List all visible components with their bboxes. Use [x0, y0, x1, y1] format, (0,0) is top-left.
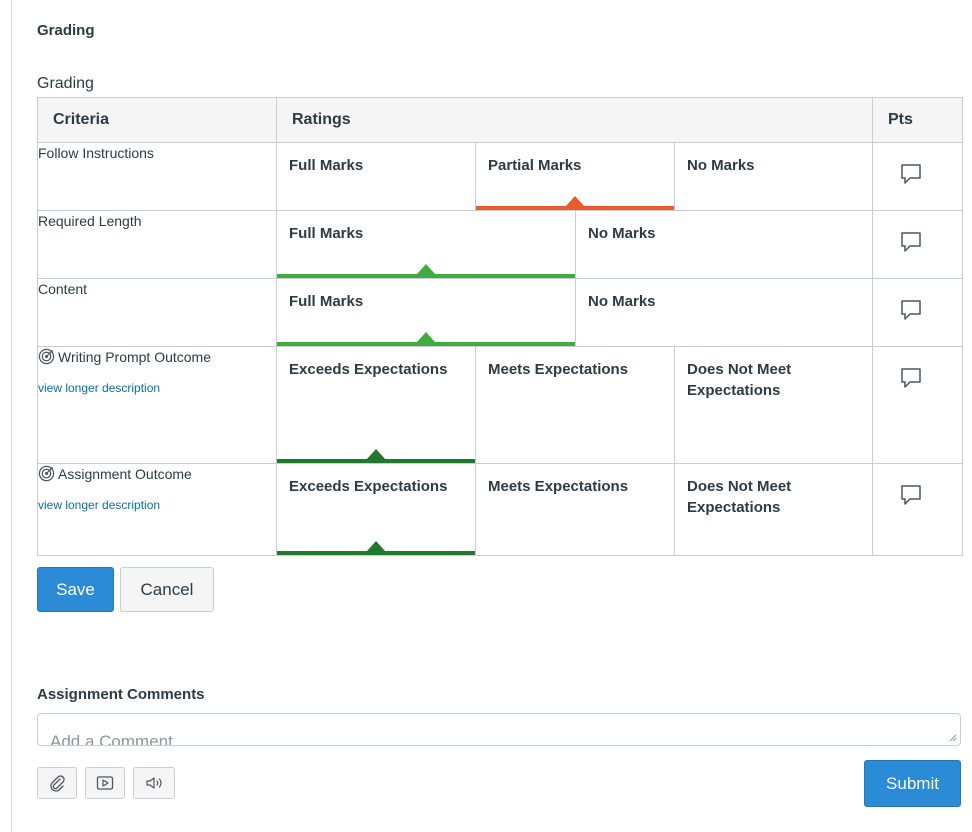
selected-rating-indicator — [417, 332, 435, 342]
rating-does-not-meet-expectations[interactable]: Does Not Meet Expectations — [674, 464, 872, 555]
rubric-row-required-length: Required Length Full Marks No Marks — [37, 210, 963, 279]
section-title: Grading — [37, 22, 95, 39]
ratings-cell: Exceeds Expectations Meets Expectations … — [276, 463, 873, 556]
pts-cell — [872, 346, 963, 464]
rating-full-marks-selected[interactable]: Full Marks — [277, 211, 575, 278]
audio-comment-button[interactable] — [133, 767, 175, 799]
selected-rating-bar — [277, 342, 575, 346]
selected-rating-bar — [277, 551, 475, 555]
media-comment-button[interactable] — [85, 767, 125, 799]
rating-label: Full Marks — [289, 157, 364, 174]
rating-meets-expectations[interactable]: Meets Expectations — [475, 347, 674, 463]
rating-no-marks[interactable]: No Marks — [575, 279, 872, 346]
rating-label: Does Not Meet Expectations — [687, 361, 792, 399]
panel-border — [11, 0, 12, 832]
criteria-header: Criteria — [37, 97, 277, 143]
pts-cell — [872, 142, 963, 211]
paperclip-icon — [50, 775, 65, 792]
rating-no-marks[interactable]: No Marks — [674, 143, 872, 210]
comment-icon[interactable] — [900, 231, 922, 253]
rating-full-marks-selected[interactable]: Full Marks — [277, 279, 575, 346]
outcome-target-icon — [38, 348, 55, 365]
outcome-target-icon — [38, 465, 55, 482]
selected-rating-indicator — [367, 541, 385, 551]
rating-no-marks[interactable]: No Marks — [575, 211, 872, 278]
audio-icon — [146, 777, 162, 789]
rating-exceeds-expectations-selected[interactable]: Exceeds Expectations — [277, 347, 475, 463]
rubric-row-follow-instructions: Follow Instructions Full Marks Partial M… — [37, 142, 963, 211]
submit-button[interactable]: Submit — [864, 760, 961, 807]
ratings-cell: Full Marks No Marks — [276, 278, 873, 347]
pts-cell — [872, 210, 963, 279]
criterion-cell: Content — [37, 278, 277, 347]
cancel-button[interactable]: Cancel — [120, 567, 214, 612]
rubric-row-writing-prompt-outcome: Writing Prompt Outcome view longer descr… — [37, 346, 963, 464]
criterion-name: Assignment Outcome — [58, 466, 192, 482]
criterion-name: Follow Instructions — [38, 145, 154, 161]
rubric-row-assignment-outcome: Assignment Outcome view longer descripti… — [37, 463, 963, 556]
rating-label: Full Marks — [289, 225, 364, 242]
rating-label: No Marks — [588, 225, 656, 242]
assignment-comments-heading: Assignment Comments — [37, 686, 205, 703]
pts-header: Pts — [872, 97, 963, 143]
rating-label: Full Marks — [289, 293, 364, 310]
rating-label: Does Not Meet Expectations — [687, 478, 792, 516]
comment-icon[interactable] — [900, 299, 922, 321]
rating-full-marks[interactable]: Full Marks — [277, 143, 475, 210]
rating-label: Partial Marks — [488, 157, 582, 174]
rating-label: No Marks — [687, 157, 755, 174]
pts-cell — [872, 278, 963, 347]
rating-meets-expectations[interactable]: Meets Expectations — [475, 464, 674, 555]
ratings-cell: Full Marks No Marks — [276, 210, 873, 279]
rating-does-not-meet-expectations[interactable]: Does Not Meet Expectations — [674, 347, 872, 463]
rating-exceeds-expectations-selected[interactable]: Exceeds Expectations — [277, 464, 475, 555]
pts-cell — [872, 463, 963, 556]
ratings-cell: Full Marks Partial Marks No Marks — [276, 142, 873, 211]
rating-label: Meets Expectations — [488, 478, 629, 495]
view-longer-description-link[interactable]: view longer description — [38, 495, 276, 516]
selected-rating-bar — [277, 274, 575, 278]
criterion-name: Required Length — [38, 213, 142, 229]
comment-icon[interactable] — [900, 163, 922, 185]
attach-file-button[interactable] — [37, 767, 77, 799]
selected-rating-bar — [476, 206, 674, 210]
selected-rating-indicator — [367, 449, 385, 459]
rating-label: Exceeds Expectations — [289, 478, 448, 495]
comment-icon[interactable] — [900, 484, 922, 506]
comment-icon[interactable] — [900, 367, 922, 389]
rating-partial-marks-selected[interactable]: Partial Marks — [475, 143, 674, 210]
save-button[interactable]: Save — [37, 567, 114, 612]
selected-rating-bar — [277, 459, 475, 463]
resize-grip-icon[interactable] — [949, 734, 957, 742]
rubric-table: Criteria Ratings Pts Follow Instructions… — [37, 97, 963, 556]
criterion-cell: Required Length — [37, 210, 277, 279]
ratings-cell: Exceeds Expectations Meets Expectations … — [276, 346, 873, 464]
media-icon — [96, 776, 114, 790]
criterion-cell: Writing Prompt Outcome view longer descr… — [37, 346, 277, 464]
rating-label: Meets Expectations — [488, 361, 629, 378]
rubric-row-content: Content Full Marks No Marks — [37, 278, 963, 347]
criterion-name: Content — [38, 281, 88, 297]
criterion-cell: Assignment Outcome view longer descripti… — [37, 463, 277, 556]
selected-rating-indicator — [566, 196, 584, 206]
selected-rating-indicator — [417, 264, 435, 274]
criterion-name: Writing Prompt Outcome — [58, 349, 212, 365]
rubric-caption: Grading — [37, 75, 94, 92]
view-longer-description-link[interactable]: view longer description — [38, 378, 276, 399]
criterion-cell: Follow Instructions — [37, 142, 277, 211]
comment-placeholder: Add a Comment — [50, 732, 173, 746]
rating-label: Exceeds Expectations — [289, 361, 448, 378]
comment-textarea[interactable]: Add a Comment — [37, 713, 961, 746]
ratings-header: Ratings — [276, 97, 873, 143]
rubric-header-row: Criteria Ratings Pts — [37, 97, 963, 143]
rating-label: No Marks — [588, 293, 656, 310]
